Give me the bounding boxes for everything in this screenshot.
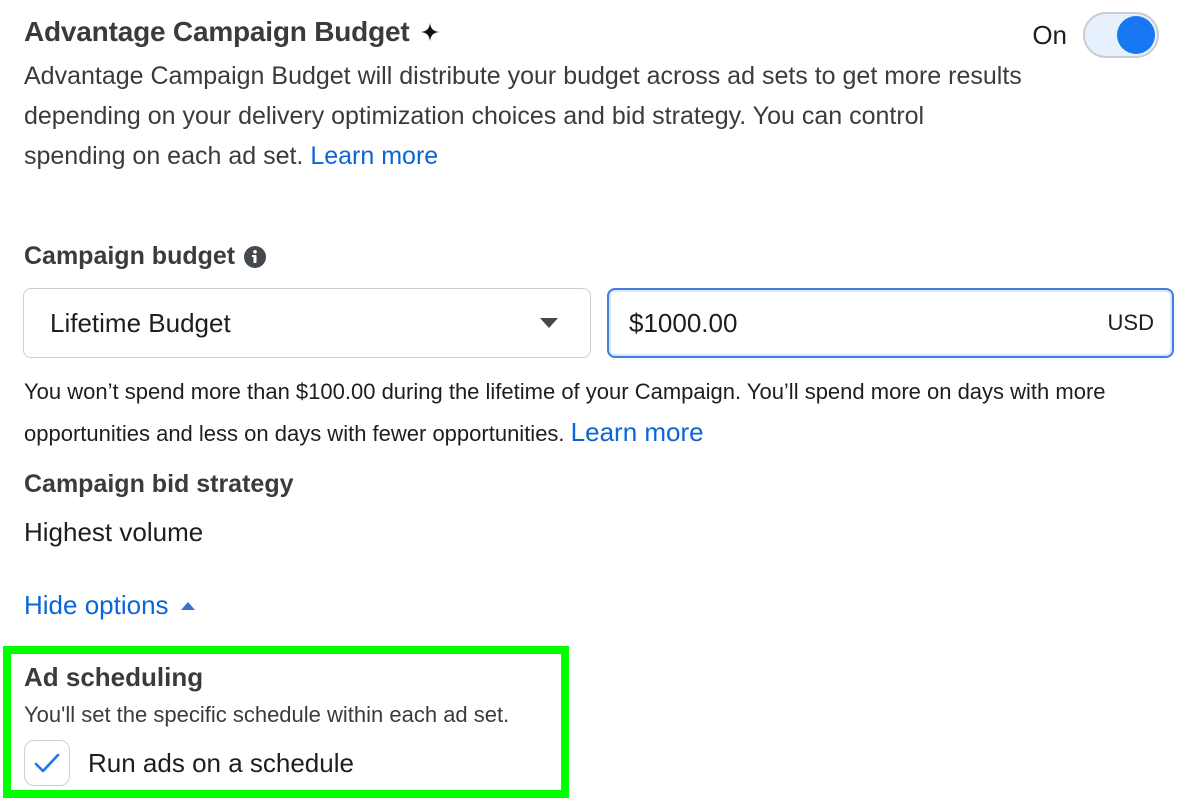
bid-strategy-value: Highest volume <box>24 517 204 547</box>
run-ads-on-schedule-label: Run ads on a schedule <box>88 747 354 778</box>
budget-amount-input[interactable] <box>629 307 1108 339</box>
run-ads-on-schedule-option[interactable]: Run ads on a schedule <box>24 740 354 786</box>
advantage-title-text: Advantage Campaign Budget <box>24 16 410 47</box>
advantage-description-text: Advantage Campaign Budget will distribut… <box>24 62 1022 170</box>
sparkle-icon <box>421 22 440 42</box>
bid-strategy-label-text: Campaign bid strategy <box>24 470 294 498</box>
campaign-budget-panel: Advantage Campaign Budget On Advantage C… <box>0 0 1185 798</box>
run-ads-on-schedule-checkbox[interactable] <box>24 740 70 786</box>
toggle-knob <box>1117 16 1155 54</box>
budget-note-text: You won’t spend more than $100.00 during… <box>24 379 1106 446</box>
advantage-learn-more-link[interactable]: Learn more <box>310 142 438 170</box>
ad-scheduling-title: Ad scheduling <box>24 662 204 692</box>
toggle-state-label: On <box>1032 19 1067 50</box>
hide-options-link[interactable]: Hide options <box>24 590 195 621</box>
checkmark-icon <box>34 753 60 773</box>
campaign-budget-label-text: Campaign budget <box>24 242 236 270</box>
budget-amount-field[interactable]: USD <box>607 288 1174 358</box>
info-icon[interactable] <box>243 245 267 269</box>
budget-spend-note: You won’t spend more than $100.00 during… <box>24 372 1164 454</box>
advantage-toggle-group: On <box>1032 12 1159 58</box>
budget-type-dropdown[interactable]: Lifetime Budget <box>23 288 591 358</box>
caret-down-icon <box>540 318 558 328</box>
campaign-budget-label: Campaign budget <box>24 242 267 271</box>
advantage-campaign-budget-toggle[interactable] <box>1083 12 1159 58</box>
currency-label: USD <box>1107 310 1154 335</box>
bid-strategy-label: Campaign bid strategy <box>24 470 294 499</box>
budget-type-value: Lifetime Budget <box>50 307 231 338</box>
budget-learn-more-link[interactable]: Learn more <box>571 417 704 447</box>
advantage-description: Advantage Campaign Budget will distribut… <box>24 56 1024 176</box>
advantage-campaign-budget-title: Advantage Campaign Budget <box>24 16 441 48</box>
ad-scheduling-description: You'll set the specific schedule within … <box>24 702 510 727</box>
hide-options-label: Hide options <box>24 590 169 620</box>
caret-up-icon <box>180 601 195 610</box>
